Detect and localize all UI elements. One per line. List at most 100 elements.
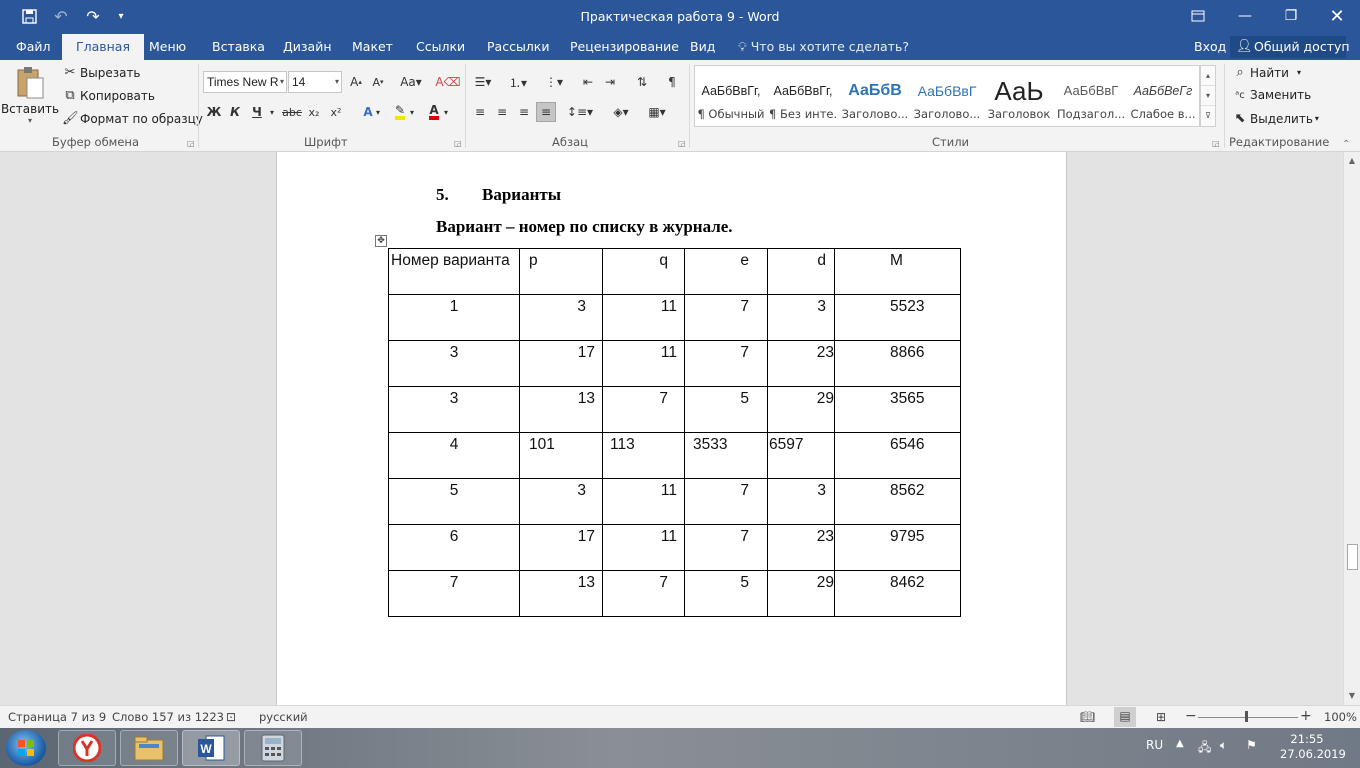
- chevron-down-icon[interactable]: ▾: [372, 102, 384, 122]
- bullets-icon[interactable]: ☰▾: [470, 72, 496, 92]
- vertical-scrollbar[interactable]: ▲ ▼: [1343, 152, 1360, 705]
- chevron-down-icon[interactable]: ▾: [440, 102, 452, 122]
- show-formatting-marks-icon[interactable]: ¶: [662, 72, 682, 92]
- sign-in-link[interactable]: Вход: [1194, 34, 1226, 60]
- line-spacing-icon[interactable]: ↕≡▾: [566, 102, 594, 122]
- multilevel-list-icon[interactable]: ⋮▾: [540, 72, 568, 92]
- subscript-icon[interactable]: x₂: [304, 102, 324, 122]
- style-subtle-emphasis[interactable]: АаБбВеГг Слабое в...: [1127, 66, 1199, 126]
- select-button[interactable]: ⬉ Выделить ▾: [1232, 111, 1319, 126]
- ribbon-display-options-icon[interactable]: [1175, 0, 1221, 32]
- calculator-taskbar-button[interactable]: [244, 730, 302, 766]
- tab-references[interactable]: Ссылки: [414, 34, 467, 60]
- chevron-down-icon[interactable]: ▾: [1201, 86, 1215, 106]
- numbering-icon[interactable]: ⒈▾: [504, 72, 532, 92]
- yandex-browser-taskbar-button[interactable]: [58, 730, 116, 766]
- customize-quick-access-icon[interactable]: ▾: [108, 5, 134, 27]
- change-case-icon[interactable]: Aa▾: [396, 72, 426, 92]
- paragraph-launcher-icon[interactable]: ◲: [678, 139, 686, 148]
- zoom-slider[interactable]: [1198, 717, 1298, 718]
- copy-button[interactable]: ⧉ Копировать: [62, 88, 155, 103]
- language-indicator[interactable]: русский: [259, 710, 308, 724]
- clock[interactable]: 21:55 27.06.2019: [1280, 732, 1346, 762]
- start-button[interactable]: [6, 730, 46, 766]
- scroll-down-icon[interactable]: ▼: [1344, 689, 1360, 703]
- volume-icon[interactable]: 🔈︎: [1220, 738, 1227, 753]
- action-center-flag-icon[interactable]: ⚑: [1246, 738, 1257, 752]
- input-language-indicator[interactable]: RU: [1146, 738, 1163, 752]
- clipboard-launcher-icon[interactable]: ◲: [187, 139, 195, 148]
- variants-table[interactable]: Номер варианта p q e d M 1 3 11 7 3 5523…: [388, 248, 961, 617]
- chevron-up-icon[interactable]: ▴: [1201, 66, 1215, 86]
- tab-design[interactable]: Дизайн: [281, 34, 334, 60]
- zoom-in-icon[interactable]: +: [1300, 708, 1312, 724]
- replace-button[interactable]: ᵃc Заменить: [1232, 88, 1311, 102]
- proofing-icon[interactable]: ⊡: [226, 710, 236, 724]
- style-subtitle[interactable]: АаБбВвГ Подзагол...: [1055, 66, 1127, 126]
- tab-menu[interactable]: Меню: [147, 34, 188, 60]
- file-explorer-taskbar-button[interactable]: [120, 730, 178, 766]
- paste-button[interactable]: Вставить ▾: [1, 66, 59, 125]
- tab-review[interactable]: Рецензирование: [568, 34, 681, 60]
- find-button[interactable]: ⌕ Найти ▾: [1232, 65, 1301, 80]
- align-left-icon[interactable]: ≡: [470, 102, 490, 122]
- chevron-down-icon[interactable]: ▾: [406, 102, 418, 122]
- network-icon[interactable]: 🖧︎: [1198, 738, 1211, 759]
- tab-mailings[interactable]: Рассылки: [485, 34, 551, 60]
- scroll-up-icon[interactable]: ▲: [1344, 154, 1360, 168]
- share-button[interactable]: 👤︎ Общий доступ: [1230, 36, 1350, 58]
- web-layout-icon[interactable]: ⊞: [1156, 710, 1166, 724]
- font-launcher-icon[interactable]: ◲: [454, 139, 462, 148]
- cut-button[interactable]: ✂ Вырезать: [62, 65, 141, 80]
- italic-button[interactable]: К: [225, 102, 245, 122]
- zoom-slider-thumb[interactable]: [1245, 711, 1248, 722]
- tab-layout[interactable]: Макет: [350, 34, 395, 60]
- style-no-spacing[interactable]: АаБбВвГг, ¶ Без инте...: [767, 66, 839, 126]
- tab-view[interactable]: Вид: [688, 34, 717, 60]
- superscript-icon[interactable]: x²: [326, 102, 346, 122]
- tell-me-search[interactable]: 💡︎ Что вы хотите сделать?: [738, 34, 909, 60]
- print-layout-icon[interactable]: ▤: [1114, 707, 1136, 727]
- font-size-combo[interactable]: 14 ▾: [288, 71, 342, 93]
- tab-file[interactable]: Файл: [14, 34, 53, 60]
- restore-icon[interactable]: ❐: [1268, 0, 1314, 32]
- word-taskbar-button[interactable]: W: [182, 730, 240, 766]
- zoom-out-icon[interactable]: −: [1185, 708, 1197, 724]
- table-move-handle-icon[interactable]: ✥: [375, 235, 387, 247]
- style-heading-2[interactable]: АаБбВвГ Заголово...: [911, 66, 983, 126]
- chevron-down-icon[interactable]: ▾: [266, 102, 278, 122]
- shading-icon[interactable]: ◈▾: [608, 102, 634, 122]
- align-right-icon[interactable]: ≡: [514, 102, 534, 122]
- zoom-level[interactable]: 100%: [1324, 710, 1357, 724]
- tab-home[interactable]: Главная: [62, 34, 144, 60]
- font-name-combo[interactable]: Times New R ▾: [203, 71, 287, 93]
- minimize-icon[interactable]: —: [1222, 0, 1268, 32]
- sort-icon[interactable]: ⇅: [632, 72, 652, 92]
- save-icon[interactable]: [16, 5, 42, 27]
- bold-button[interactable]: Ж: [204, 102, 224, 122]
- close-icon[interactable]: ✕: [1314, 0, 1360, 32]
- scroll-thumb[interactable]: [1347, 544, 1358, 570]
- decrease-indent-icon[interactable]: ⇤: [578, 72, 598, 92]
- document-page[interactable]: 5. Варианты Вариант – номер по списку в …: [276, 152, 1067, 705]
- styles-launcher-icon[interactable]: ◲: [1212, 139, 1220, 148]
- style-title[interactable]: АаЬ Заголовок: [983, 66, 1055, 126]
- undo-icon[interactable]: ↶: [48, 5, 74, 27]
- borders-icon[interactable]: ▦▾: [642, 102, 672, 122]
- format-painter-button[interactable]: 🖌︎ Формат по образцу: [62, 111, 203, 126]
- increase-indent-icon[interactable]: ⇥: [600, 72, 620, 92]
- strikethrough-icon[interactable]: abc: [282, 102, 302, 122]
- shrink-font-icon[interactable]: A ▾: [368, 72, 388, 92]
- style-normal[interactable]: АаБбВвГг, ¶ Обычный: [695, 66, 767, 126]
- grow-font-icon[interactable]: A ▴: [346, 72, 366, 92]
- read-mode-icon[interactable]: 📖︎: [1080, 710, 1095, 724]
- word-count[interactable]: Слово 157 из 1223: [112, 710, 224, 724]
- collapse-ribbon-icon[interactable]: ⌃: [1342, 139, 1350, 150]
- align-center-icon[interactable]: ≡: [492, 102, 512, 122]
- tab-insert[interactable]: Вставка: [210, 34, 267, 60]
- clear-formatting-icon[interactable]: A⌫: [435, 72, 460, 92]
- page-count[interactable]: Страница 7 из 9: [8, 710, 106, 724]
- style-heading-1[interactable]: АаБбВ Заголово...: [839, 66, 911, 126]
- justify-icon[interactable]: ≡: [536, 102, 556, 122]
- underline-button[interactable]: Ч: [247, 102, 267, 122]
